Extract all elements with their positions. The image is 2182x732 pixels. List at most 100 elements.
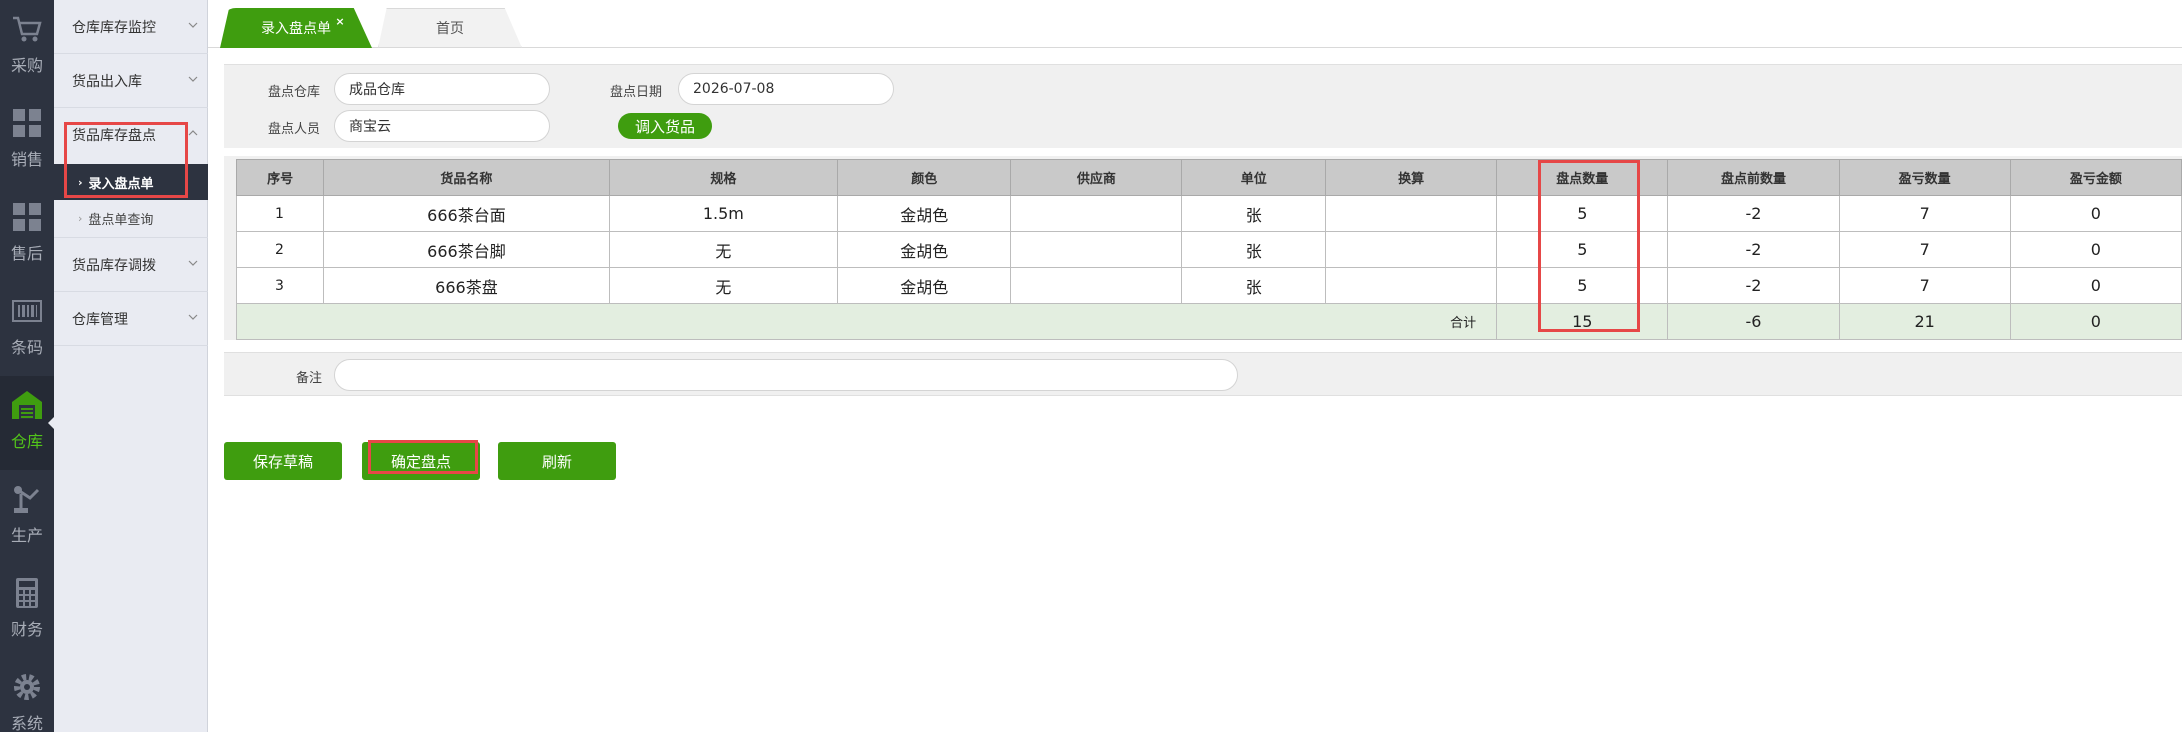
menu-sub-label: 盘点单查询 — [88, 213, 154, 228]
cell: -2 — [1667, 231, 1840, 268]
table-row[interactable]: 3 666茶盘 无 金胡色 张 5 -2 7 0 — [235, 267, 2182, 304]
menu-group-label: 货品库存盘点 — [72, 128, 156, 144]
count-qty-cell[interactable]: 5 — [1496, 231, 1669, 268]
nav-label: 生产 — [10, 526, 43, 545]
cell: 666茶台面 — [323, 195, 610, 232]
menu-group-label: 货品出入库 — [72, 73, 142, 90]
nav-item-sales[interactable]: 销售 — [0, 94, 54, 188]
chevron-down-icon — [188, 76, 198, 82]
col-header: 规格 — [608, 159, 839, 196]
col-header: 序号 — [235, 159, 325, 196]
person-field[interactable]: 商宝云 — [334, 110, 550, 142]
nav-item-system[interactable]: 系统 — [0, 658, 54, 732]
menu-group-warehouse-manage[interactable]: 仓库管理 — [54, 292, 208, 346]
warehouse-field[interactable]: 成品仓库 — [334, 73, 550, 105]
cell: 金胡色 — [837, 267, 1012, 304]
stocktake-table: 序号 货品名称 规格 颜色 供应商 单位 换算 盘点数量 盘点前数量 盈亏数量 … — [235, 159, 2182, 340]
chevron-down-icon — [188, 22, 198, 28]
cell: 2 — [235, 231, 325, 268]
cell: 张 — [1181, 267, 1327, 304]
cell: 0 — [2009, 267, 2182, 304]
cell — [1325, 267, 1498, 304]
gear-icon — [14, 674, 40, 700]
cell: -2 — [1667, 195, 1840, 232]
refresh-button[interactable]: 刷新 — [498, 442, 616, 480]
nav-item-production[interactable]: 生产 — [0, 470, 54, 564]
tab-enter-stocktake[interactable]: 录入盘点单 — [220, 8, 372, 48]
nav-label: 销售 — [10, 150, 43, 169]
robot-arm-icon — [14, 486, 40, 513]
cell: 金胡色 — [837, 195, 1012, 232]
cell: 金胡色 — [837, 231, 1012, 268]
cell: -2 — [1667, 267, 1840, 304]
cell — [1010, 267, 1183, 304]
cell: 张 — [1181, 195, 1327, 232]
cell: 3 — [235, 267, 325, 304]
nav-label: 系统 — [10, 714, 43, 732]
cell: 1 — [235, 195, 325, 232]
nav-item-aftersale[interactable]: 售后 — [0, 188, 54, 282]
grid-icon — [13, 203, 41, 231]
warehouse-label: 盘点仓库 — [268, 85, 321, 100]
menu-group-stocktake[interactable]: 货品库存盘点 — [54, 108, 208, 162]
total-diff-qty: 21 — [1838, 303, 2011, 340]
cell: 7 — [1838, 267, 2011, 304]
menu-sub-stocktake-query[interactable]: › 盘点单查询 — [54, 200, 208, 238]
nav-item-barcode[interactable]: 条码 — [0, 282, 54, 376]
menu-group-transfer[interactable]: 货品库存调拨 — [54, 238, 208, 292]
chevron-up-icon — [188, 130, 198, 136]
confirm-stocktake-button[interactable]: 确定盘点 — [362, 442, 480, 480]
menu-sub-label: 录入盘点单 — [88, 176, 154, 192]
col-header: 盘点前数量 — [1667, 159, 1840, 196]
nav-label: 条码 — [10, 338, 43, 357]
chevron-right-icon: › — [78, 212, 83, 225]
remark-field[interactable] — [334, 359, 1238, 391]
cell — [1010, 195, 1183, 232]
cart-icon — [13, 16, 42, 42]
nav-item-warehouse[interactable]: 仓库 — [0, 376, 55, 470]
table-row[interactable]: 2 666茶台脚 无 金胡色 张 5 -2 7 0 — [235, 231, 2182, 268]
table-total-row: 合计 15 -6 21 0 — [235, 303, 2182, 340]
menu-group-stock-monitor[interactable]: 仓库库存监控 — [54, 0, 208, 54]
close-icon[interactable]: × — [332, 13, 348, 29]
main-nav: 采购 销售 售后 条码 仓库 生产 财务 系统 — [0, 0, 55, 732]
nav-label: 采购 — [10, 56, 43, 75]
col-header: 盘点数量 — [1496, 159, 1669, 196]
cell: 0 — [2009, 231, 2182, 268]
import-goods-button[interactable]: 调入货品 — [618, 113, 712, 139]
stocktake-header-form: 盘点仓库 成品仓库 盘点日期 2026-07-08 盘点人员 商宝云 调入货品 — [224, 64, 2182, 148]
nav-label: 仓库 — [10, 432, 43, 451]
remark-panel: 备注 — [224, 352, 2182, 396]
count-qty-cell[interactable]: 5 — [1496, 267, 1669, 304]
cell: 7 — [1838, 231, 2011, 268]
warehouse-icon — [12, 391, 42, 419]
cell: 张 — [1181, 231, 1327, 268]
cell: 无 — [608, 267, 839, 304]
cell: 666茶台脚 — [323, 231, 610, 268]
col-header: 换算 — [1325, 159, 1498, 196]
stocktake-table-panel: 序号 货品名称 规格 颜色 供应商 单位 换算 盘点数量 盘点前数量 盈亏数量 … — [224, 156, 2182, 340]
nav-item-finance[interactable]: 财务 — [0, 564, 54, 658]
tab-home[interactable]: 首页 — [378, 8, 522, 48]
menu-sub-enter-stocktake[interactable]: › 录入盘点单 — [54, 164, 208, 200]
cell — [1325, 195, 1498, 232]
cell — [1325, 231, 1498, 268]
menu-group-in-out[interactable]: 货品出入库 — [54, 54, 208, 108]
menu-group-label: 仓库管理 — [72, 311, 128, 328]
grid-icon — [13, 109, 41, 137]
count-qty-cell[interactable]: 5 — [1496, 195, 1669, 232]
date-field[interactable]: 2026-07-08 — [678, 73, 894, 105]
save-draft-button[interactable]: 保存草稿 — [224, 442, 342, 480]
total-before-qty: -6 — [1667, 303, 1840, 340]
chevron-down-icon — [188, 314, 198, 320]
nav-label: 售后 — [10, 244, 43, 263]
menu-group-label: 仓库库存监控 — [72, 19, 156, 36]
nav-item-purchase[interactable]: 采购 — [0, 0, 54, 94]
cell: 666茶盘 — [323, 267, 610, 304]
cell: 1.5m — [608, 195, 839, 232]
table-row[interactable]: 1 666茶台面 1.5m 金胡色 张 5 -2 7 0 — [235, 195, 2182, 232]
tab-bar: 录入盘点单 × 首页 — [208, 0, 2182, 48]
col-header: 盈亏金额 — [2009, 159, 2182, 196]
barcode-icon — [12, 300, 42, 322]
total-count-qty: 15 — [1496, 303, 1669, 340]
